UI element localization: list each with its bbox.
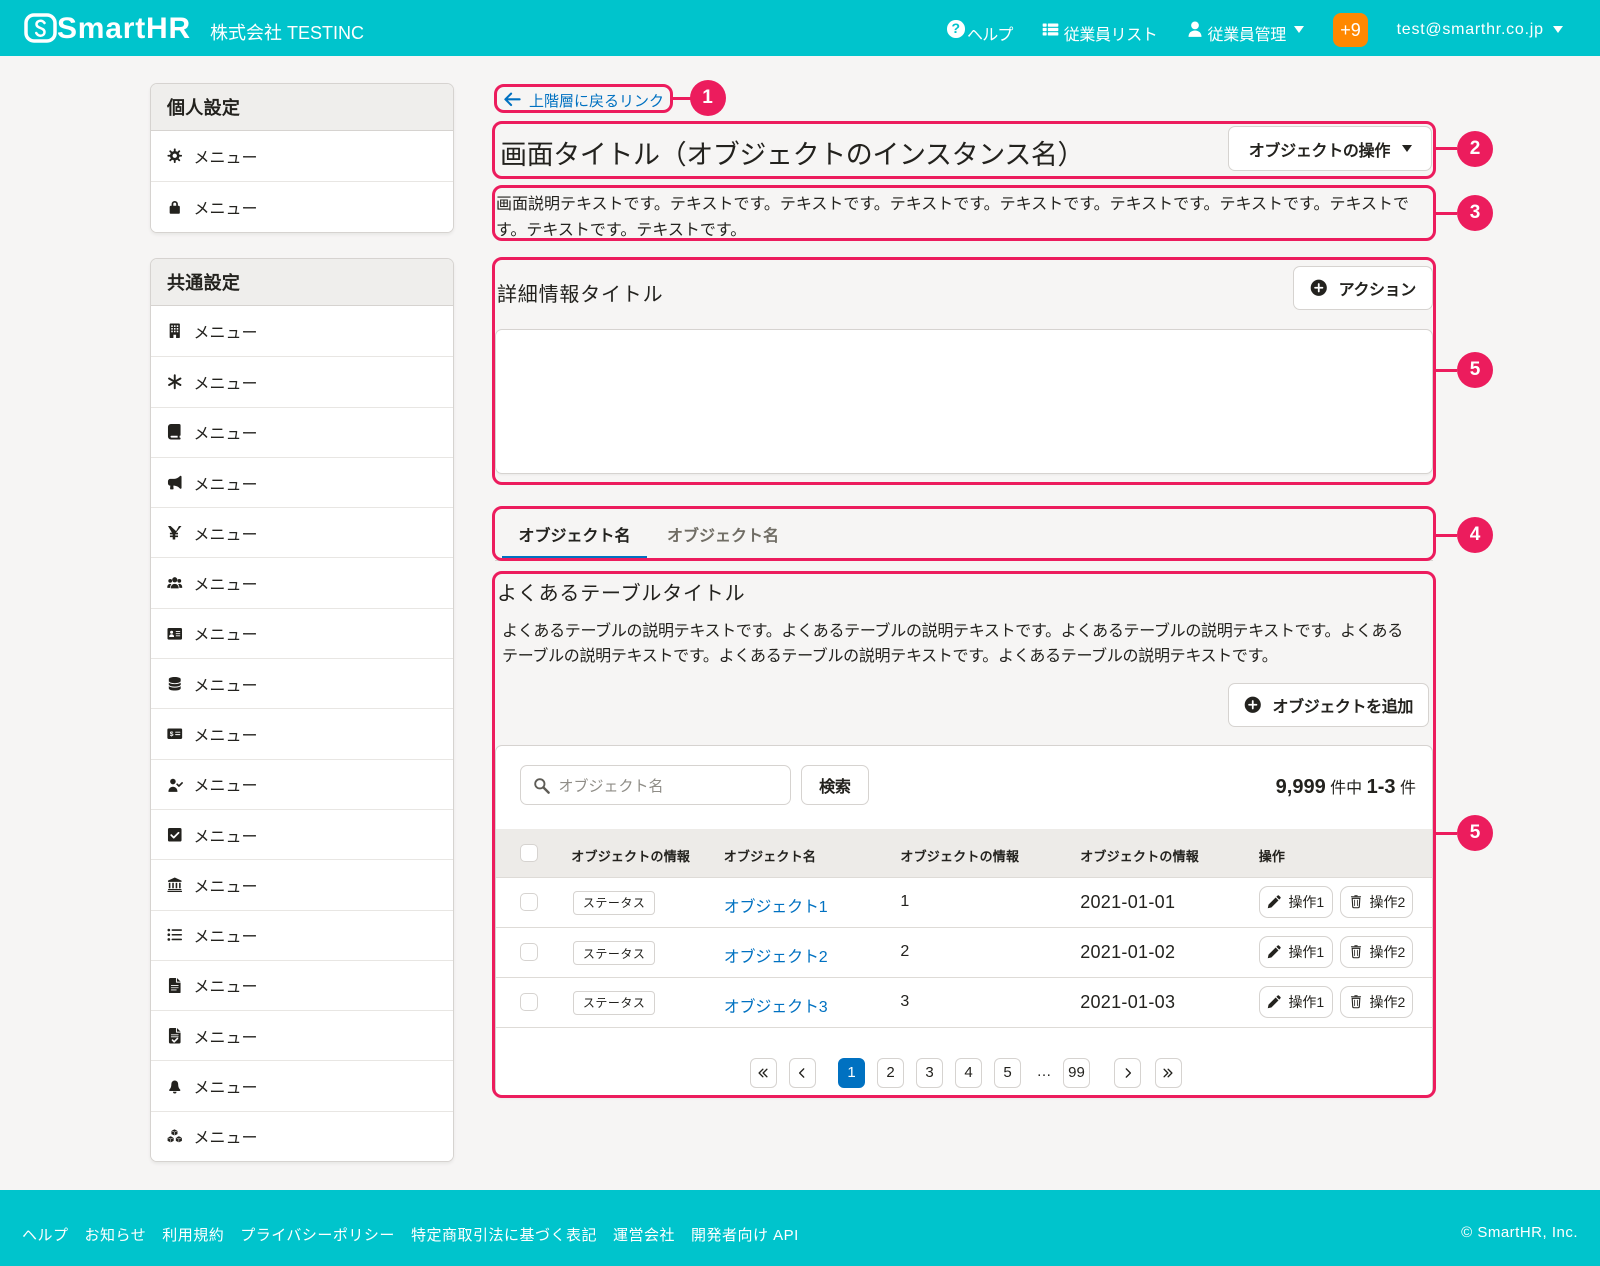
svg-text:$: $ bbox=[170, 731, 174, 738]
